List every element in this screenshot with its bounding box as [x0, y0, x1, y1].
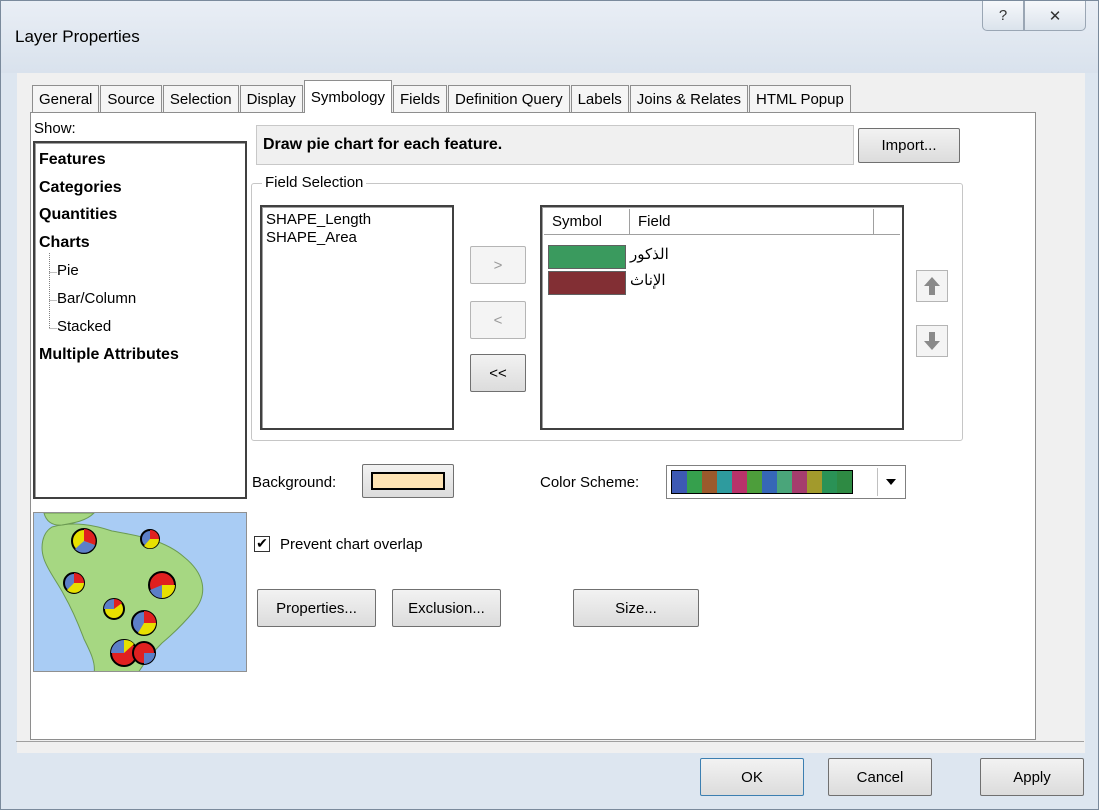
- field-name-male[interactable]: الذكور: [630, 245, 669, 263]
- color-scheme-label: Color Scheme:: [540, 474, 640, 491]
- tree-item-multiple-attributes[interactable]: Multiple Attributes: [39, 346, 179, 364]
- field-selection-caption: Field Selection: [262, 174, 367, 191]
- color-scheme-swatch: [687, 471, 702, 493]
- color-scheme-dropdown[interactable]: [666, 465, 906, 499]
- color-scheme-swatch: [717, 471, 732, 493]
- close-icon[interactable]: ✕: [1024, 1, 1086, 31]
- tree-item-pie[interactable]: Pie: [57, 262, 79, 279]
- list-item[interactable]: SHAPE_Length: [266, 211, 371, 228]
- tab-labels[interactable]: Labels: [570, 85, 629, 113]
- column-header-symbol[interactable]: Symbol: [544, 209, 630, 235]
- symbol-list-header: Symbol Field: [544, 209, 900, 235]
- pie-symbol: [131, 610, 157, 636]
- color-scheme-swatch: [777, 471, 792, 493]
- tab-source[interactable]: Source: [100, 85, 162, 113]
- symbol-field-list[interactable]: Symbol Field الذكور الإناث: [540, 205, 904, 430]
- footer-divider: [16, 741, 1084, 742]
- pie-symbol: [71, 528, 97, 554]
- tab-strip: General Source Selection Display Symbolo…: [32, 79, 852, 113]
- color-scheme-swatch: [762, 471, 777, 493]
- tab-html-popup[interactable]: HTML Popup: [749, 85, 851, 113]
- tab-fields[interactable]: Fields: [393, 85, 448, 113]
- background-color-swatch: [371, 472, 445, 490]
- window-title: Layer Properties: [15, 27, 140, 46]
- move-down-button[interactable]: [916, 325, 948, 357]
- import-button[interactable]: Import...: [858, 128, 960, 163]
- color-scheme-swatch: [732, 471, 747, 493]
- prevent-overlap-checkbox[interactable]: ✔: [254, 536, 270, 552]
- show-tree[interactable]: Features Categories Quantities Charts Pi…: [33, 141, 247, 499]
- remove-all-fields-button[interactable]: <<: [470, 354, 526, 392]
- prevent-overlap-label[interactable]: Prevent chart overlap: [280, 536, 423, 553]
- color-scheme-preview: [671, 470, 853, 494]
- color-scheme-swatch: [672, 471, 687, 493]
- cancel-button[interactable]: Cancel: [828, 758, 932, 796]
- background-label: Background:: [252, 474, 337, 491]
- pie-symbol: [140, 529, 160, 549]
- description-box: Draw pie chart for each feature.: [256, 125, 854, 165]
- symbol-swatch-male[interactable]: [548, 245, 626, 269]
- available-fields-list[interactable]: SHAPE_Length SHAPE_Area: [260, 205, 454, 430]
- tree-item-bar-column[interactable]: Bar/Column: [57, 290, 136, 307]
- tab-joins-relates[interactable]: Joins & Relates: [629, 85, 749, 113]
- color-scheme-swatch: [837, 471, 852, 493]
- show-label: Show:: [34, 120, 76, 137]
- list-item[interactable]: SHAPE_Area: [266, 229, 357, 246]
- apply-button[interactable]: Apply: [980, 758, 1084, 796]
- chevron-down-icon[interactable]: [877, 468, 903, 496]
- pie-symbol: [132, 641, 156, 665]
- tree-item-charts[interactable]: Charts: [39, 234, 90, 252]
- exclusion-button[interactable]: Exclusion...: [392, 589, 501, 627]
- pie-symbol: [103, 598, 125, 620]
- tree-item-features[interactable]: Features: [39, 151, 106, 169]
- color-scheme-swatch: [792, 471, 807, 493]
- symbol-swatch-female[interactable]: [548, 271, 626, 295]
- column-header-field[interactable]: Field: [630, 209, 874, 235]
- properties-button[interactable]: Properties...: [257, 589, 376, 627]
- title-bar: Layer Properties ? ✕: [1, 1, 1098, 73]
- tab-general[interactable]: General: [32, 85, 100, 113]
- chart-description: Draw pie chart for each feature.: [263, 136, 503, 153]
- column-header-spacer: [874, 209, 900, 235]
- field-name-female[interactable]: الإناث: [630, 271, 666, 289]
- help-icon[interactable]: ?: [982, 1, 1024, 31]
- tab-display[interactable]: Display: [239, 85, 303, 113]
- move-up-button[interactable]: [916, 270, 948, 302]
- pie-symbol: [148, 571, 176, 599]
- add-field-button[interactable]: >: [470, 246, 526, 284]
- tab-selection[interactable]: Selection: [162, 85, 239, 113]
- pie-symbol: [63, 572, 85, 594]
- tab-symbology[interactable]: Symbology: [303, 80, 393, 113]
- tab-definition-query[interactable]: Definition Query: [448, 85, 570, 113]
- arrow-down-icon: [924, 332, 940, 350]
- chart-preview-map: [33, 512, 247, 672]
- tree-item-categories[interactable]: Categories: [39, 179, 122, 197]
- ok-button[interactable]: OK: [700, 758, 804, 796]
- arrow-up-icon: [924, 277, 940, 295]
- tree-item-quantities[interactable]: Quantities: [39, 206, 117, 224]
- size-button[interactable]: Size...: [573, 589, 699, 627]
- color-scheme-swatch: [822, 471, 837, 493]
- remove-field-button[interactable]: <: [470, 301, 526, 339]
- color-scheme-swatch: [747, 471, 762, 493]
- color-scheme-swatch: [807, 471, 822, 493]
- color-scheme-swatch: [702, 471, 717, 493]
- background-color-button[interactable]: [362, 464, 454, 498]
- tree-item-stacked[interactable]: Stacked: [57, 318, 111, 335]
